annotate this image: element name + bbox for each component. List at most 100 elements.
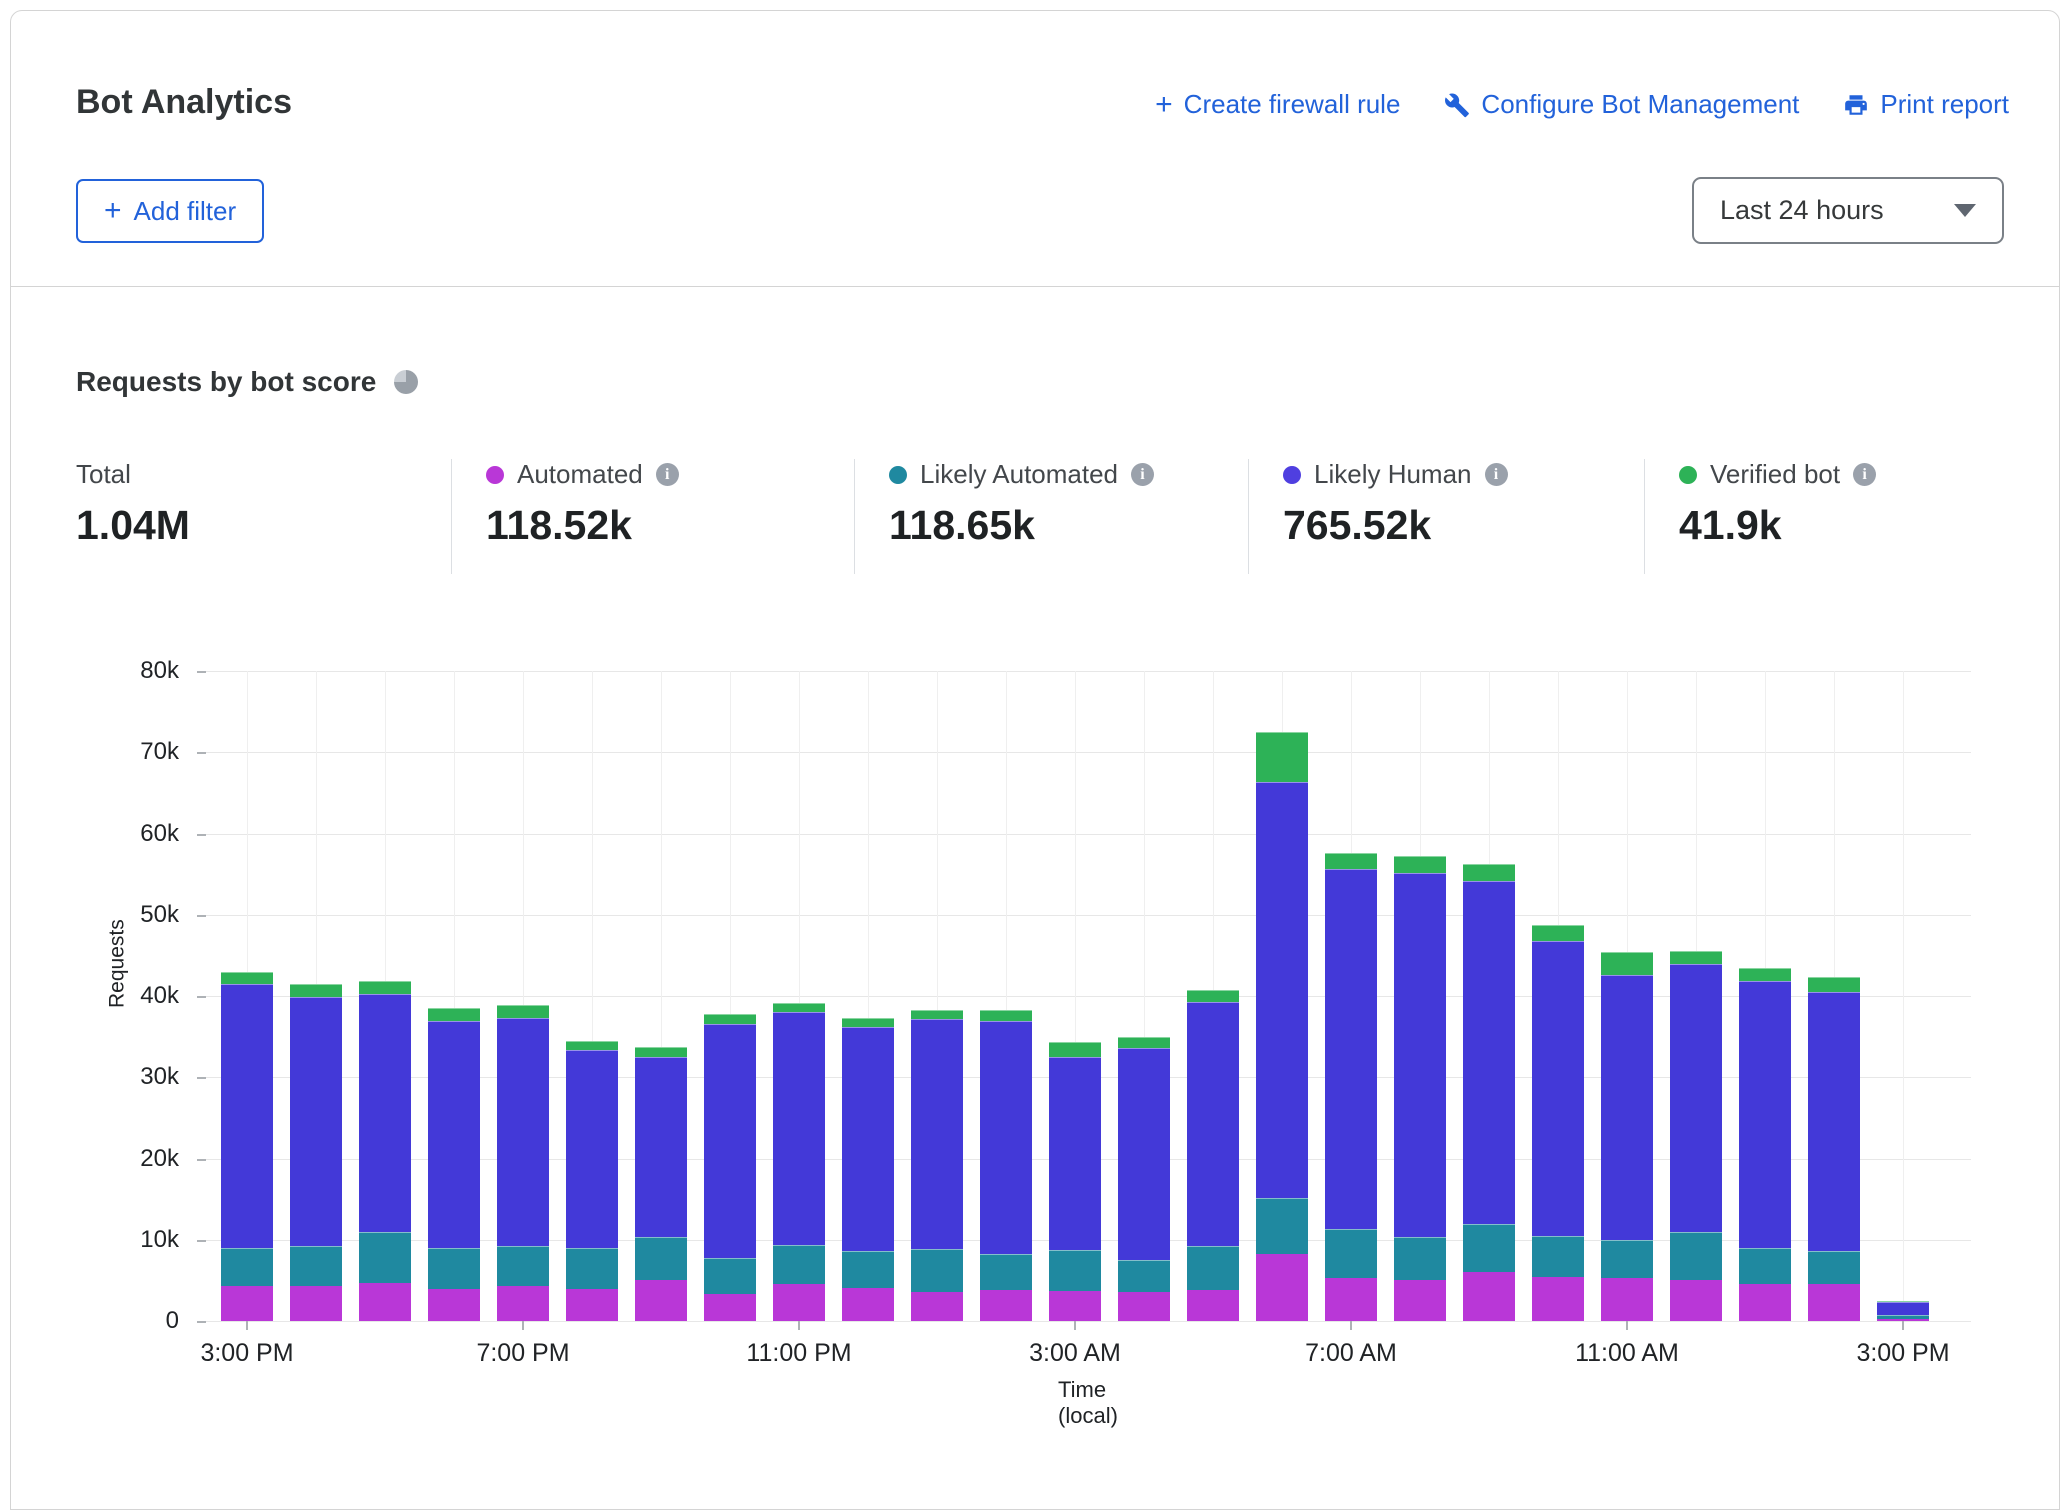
segment-likely-human	[773, 1012, 825, 1244]
segment-verified-bot	[911, 1010, 963, 1019]
bar-10-00-pm[interactable]	[704, 1014, 756, 1321]
bar-12-00-am[interactable]	[842, 1018, 894, 1321]
segment-automated	[566, 1289, 618, 1321]
stat-automated: Automatedi118.52k	[486, 459, 679, 549]
segment-likely-automated	[1049, 1250, 1101, 1291]
x-axis-label: 11:00 PM	[746, 1339, 851, 1368]
info-icon[interactable]: i	[1485, 463, 1508, 486]
segment-likely-human	[497, 1018, 549, 1246]
segment-verified-bot	[842, 1018, 894, 1027]
segment-automated	[635, 1280, 687, 1321]
x-axis-tick	[522, 1321, 524, 1330]
x-axis-tick	[246, 1321, 248, 1330]
bar-5-00-pm[interactable]	[359, 981, 411, 1321]
segment-verified-bot	[359, 981, 411, 995]
bar-8-00-am[interactable]	[1394, 856, 1446, 1321]
segment-likely-automated	[911, 1249, 963, 1292]
y-axis-tick	[197, 1159, 206, 1161]
stat-value: 118.52k	[486, 502, 679, 549]
segment-likely-automated	[1463, 1224, 1515, 1272]
y-axis-tick	[197, 752, 206, 754]
h-gridline	[206, 1321, 1971, 1322]
segment-likely-human	[842, 1027, 894, 1251]
segment-verified-bot	[1808, 977, 1860, 992]
info-icon[interactable]: i	[656, 463, 679, 486]
bar-2-00-am[interactable]	[980, 1010, 1032, 1321]
segment-automated	[704, 1294, 756, 1321]
x-axis-tick	[1626, 1321, 1628, 1330]
segment-automated	[1187, 1290, 1239, 1321]
stat-likely-automated: Likely Automatedi118.65k	[889, 459, 1154, 549]
bar-11-00-pm[interactable]	[773, 1003, 825, 1322]
segment-likely-human	[290, 997, 342, 1246]
bar-6-00-pm[interactable]	[428, 1008, 480, 1321]
segment-likely-automated	[842, 1251, 894, 1288]
segment-verified-bot	[1256, 732, 1308, 782]
y-axis-title: Requests	[105, 919, 129, 1008]
bar-3-00-am[interactable]	[1049, 1042, 1101, 1321]
segment-verified-bot	[566, 1041, 618, 1051]
print-report-link[interactable]: Print report	[1843, 89, 2009, 120]
stat-label: Total	[76, 459, 131, 490]
stat-label: Likely Human	[1314, 459, 1472, 490]
add-filter-button[interactable]: + Add filter	[76, 179, 264, 243]
bar-11-00-am[interactable]	[1601, 952, 1653, 1321]
segment-automated	[290, 1286, 342, 1321]
stat-label: Likely Automated	[920, 459, 1118, 490]
y-axis-label: 70k	[140, 738, 179, 766]
stat-label: Verified bot	[1710, 459, 1840, 490]
segment-automated	[1601, 1278, 1653, 1321]
segment-automated	[359, 1283, 411, 1321]
print-report-label: Print report	[1880, 89, 2009, 120]
bar-8-00-pm[interactable]	[566, 1041, 618, 1321]
stat-divider	[854, 459, 855, 574]
bot-analytics-card: Bot Analytics + Create firewall rule Con…	[10, 10, 2060, 1510]
segment-likely-human	[1187, 1002, 1239, 1247]
segment-likely-human	[1463, 881, 1515, 1223]
bar-9-00-am[interactable]	[1463, 864, 1515, 1321]
segment-verified-bot	[1049, 1042, 1101, 1057]
segment-likely-human	[1532, 941, 1584, 1236]
bar-1-00-am[interactable]	[911, 1010, 963, 1321]
bar-10-00-am[interactable]	[1532, 925, 1584, 1322]
bar-4-00-am[interactable]	[1118, 1037, 1170, 1321]
bar-5-00-am[interactable]	[1187, 990, 1239, 1321]
bar-12-00-pm[interactable]	[1670, 951, 1722, 1322]
segment-automated	[1256, 1254, 1308, 1321]
segment-verified-bot	[704, 1014, 756, 1024]
segment-automated	[428, 1289, 480, 1321]
bar-7-00-am[interactable]	[1325, 853, 1377, 1321]
bar-2-00-pm[interactable]	[1808, 977, 1860, 1322]
info-icon[interactable]: i	[1131, 463, 1154, 486]
segment-automated	[1325, 1278, 1377, 1321]
create-firewall-rule-link[interactable]: + Create firewall rule	[1155, 89, 1400, 120]
configure-bot-management-link[interactable]: Configure Bot Management	[1444, 89, 1799, 120]
x-axis-label: 3:00 PM	[1856, 1339, 1949, 1368]
bar-9-00-pm[interactable]	[635, 1047, 687, 1321]
bar-7-00-pm[interactable]	[497, 1005, 549, 1321]
time-range-dropdown[interactable]: Last 24 hours	[1692, 177, 2004, 244]
x-axis-tick	[1350, 1321, 1352, 1330]
y-axis-label: 0	[166, 1307, 179, 1335]
bar-3-00-pm[interactable]	[1877, 1301, 1929, 1322]
bar-3-00-pm[interactable]	[221, 972, 273, 1321]
bar-6-00-am[interactable]	[1256, 732, 1308, 1321]
y-axis-tick	[197, 1240, 206, 1242]
bar-1-00-pm[interactable]	[1739, 968, 1791, 1321]
page-title: Bot Analytics	[76, 83, 292, 122]
info-icon[interactable]: i	[1853, 463, 1876, 486]
h-gridline	[206, 915, 1971, 916]
h-gridline	[206, 752, 1971, 753]
segment-automated	[1739, 1284, 1791, 1321]
segment-likely-automated	[1739, 1248, 1791, 1283]
segment-verified-bot	[1187, 990, 1239, 1002]
stat-label-row: Total	[76, 459, 190, 490]
segment-likely-human	[1601, 975, 1653, 1240]
stat-total: Total 1.04M	[76, 459, 190, 549]
x-axis-label: 7:00 AM	[1305, 1339, 1397, 1368]
h-gridline	[206, 671, 1971, 672]
stat-value: 1.04M	[76, 502, 190, 549]
segment-verified-bot	[1325, 853, 1377, 869]
bar-4-00-pm[interactable]	[290, 984, 342, 1321]
segment-automated	[1670, 1280, 1722, 1321]
